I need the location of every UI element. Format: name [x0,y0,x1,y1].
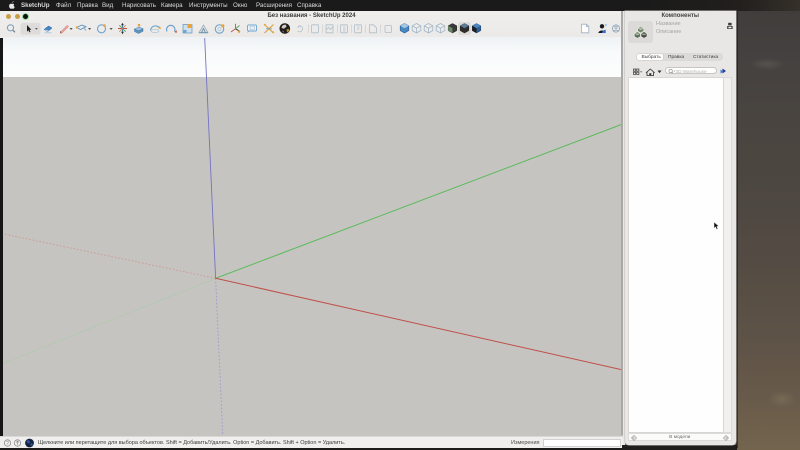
svg-text:?: ? [6,441,9,447]
